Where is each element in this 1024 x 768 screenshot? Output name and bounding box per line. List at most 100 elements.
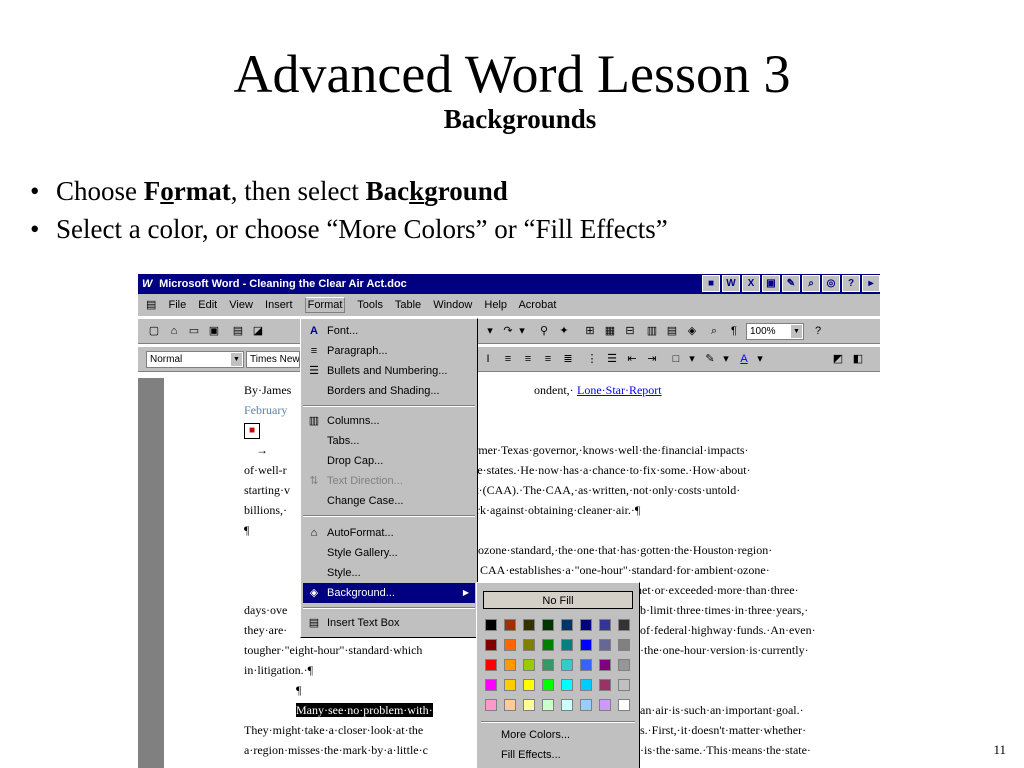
insert-table-icon[interactable]: ▦ (602, 324, 618, 339)
color-swatch[interactable] (504, 619, 516, 631)
color-swatch[interactable] (599, 639, 611, 651)
menu-item-change-case[interactable]: Change Case... (303, 491, 475, 511)
color-swatch[interactable] (561, 679, 573, 691)
excel-shortcut-icon[interactable]: X (742, 275, 760, 292)
print-icon[interactable]: ▤ (230, 324, 246, 339)
highlight-dropdown-icon[interactable]: ▾ (718, 352, 734, 367)
help-shortcut-icon[interactable]: ? (842, 275, 860, 292)
print-preview-icon[interactable]: ◪ (250, 324, 266, 339)
color-swatch[interactable] (618, 679, 630, 691)
color-swatch[interactable] (485, 619, 497, 631)
color-swatch[interactable] (599, 699, 611, 711)
color-swatch[interactable] (485, 659, 497, 671)
color-swatch[interactable] (618, 619, 630, 631)
tables-borders-icon[interactable]: ⊞ (582, 324, 598, 339)
color-swatch[interactable] (618, 659, 630, 671)
menu-item-paragraph[interactable]: ≡ Paragraph... (303, 341, 475, 361)
bullets-icon[interactable]: ☰ (604, 352, 620, 367)
menu-item-autoformat[interactable]: ⌂ AutoFormat... (303, 523, 475, 543)
menu-insert[interactable]: Insert (265, 299, 293, 311)
insert-excel-icon[interactable]: ⊟ (622, 324, 638, 339)
menu-format[interactable]: Format (304, 297, 346, 313)
word-shortcut-icon[interactable]: W (722, 275, 740, 292)
justify-icon[interactable]: ≣ (560, 352, 576, 367)
borders-dropdown-icon[interactable]: ▾ (684, 352, 700, 367)
menu-item-columns[interactable]: ▥ Columns... (303, 411, 475, 431)
numbering-icon[interactable]: ⋮ (584, 352, 600, 367)
color-swatch[interactable] (561, 699, 573, 711)
save-icon[interactable]: ▣ (206, 324, 222, 339)
menu-acrobat[interactable]: Acrobat (518, 299, 556, 311)
increase-indent-icon[interactable]: ⇥ (644, 352, 660, 367)
menu-item-bullets-numbering[interactable]: ☰ Bullets and Numbering... (303, 361, 475, 381)
no-fill-button[interactable]: No Fill (483, 591, 633, 609)
menu-item-drop-cap[interactable]: Drop Cap... (303, 451, 475, 471)
menu-item-style-gallery[interactable]: Style Gallery... (303, 543, 475, 563)
color-swatch[interactable] (580, 659, 592, 671)
menu-item-insert-text-box[interactable]: ▤ Insert Text Box (303, 613, 475, 633)
document-map-icon[interactable]: ◈ (684, 324, 700, 339)
embedded-picture-icon[interactable]: ■ (244, 423, 260, 440)
color-swatch[interactable] (523, 699, 535, 711)
color-swatch[interactable] (561, 639, 573, 651)
color-swatch[interactable] (523, 619, 535, 631)
color-swatch[interactable] (599, 659, 611, 671)
color-swatch[interactable] (580, 639, 592, 651)
color-swatch[interactable] (599, 619, 611, 631)
menu-file[interactable]: File (168, 299, 186, 311)
color-swatch[interactable] (618, 699, 630, 711)
menu-view[interactable]: View (229, 299, 253, 311)
color-swatch[interactable] (504, 659, 516, 671)
decrease-indent-icon[interactable]: ⇤ (624, 352, 640, 367)
web-toolbar-icon[interactable]: ✦ (556, 324, 572, 339)
open-icon[interactable]: ▭ (186, 324, 202, 339)
menu-item-font[interactable]: A Font... (303, 321, 475, 341)
borders-icon[interactable]: □ (668, 352, 684, 367)
menu-help[interactable]: Help (484, 299, 507, 311)
font-select[interactable]: Times New Roman (246, 351, 300, 368)
color-swatch[interactable] (618, 639, 630, 651)
menu-window[interactable]: Window (433, 299, 472, 311)
hyperlink-icon[interactable]: ⚲ (536, 324, 552, 339)
search-shortcut-icon[interactable]: ⌕ (802, 275, 820, 292)
menu-tools[interactable]: Tools (357, 299, 383, 311)
color-swatch[interactable] (542, 679, 554, 691)
undo-dropdown-icon[interactable]: ▾ (482, 324, 498, 339)
menu-item-tabs[interactable]: Tabs... (303, 431, 475, 451)
find-shortcut-icon[interactable]: ✎ (782, 275, 800, 292)
new-document-icon[interactable]: ▢ (146, 324, 162, 339)
columns-icon[interactable]: ▥ (644, 324, 660, 339)
color-swatch[interactable] (580, 679, 592, 691)
report-link[interactable]: Lone·Star·Report (577, 380, 662, 400)
fill-effects-button[interactable]: Fill Effects... (501, 749, 561, 761)
color-swatch[interactable] (485, 699, 497, 711)
color-swatch[interactable] (485, 639, 497, 651)
underline-icon[interactable]: I (480, 352, 496, 367)
color-swatch[interactable] (523, 659, 535, 671)
color-swatch[interactable] (561, 659, 573, 671)
menu-item-background[interactable]: ◈ Background... ▶ (303, 583, 475, 603)
color-swatch[interactable] (504, 639, 516, 651)
color-swatch[interactable] (504, 699, 516, 711)
menu-item-style[interactable]: Style... (303, 563, 475, 583)
color-swatch[interactable] (542, 699, 554, 711)
color-swatch[interactable] (580, 619, 592, 631)
browser-shortcut-icon[interactable]: ◎ (822, 275, 840, 292)
acrobat-email-icon[interactable]: ◧ (850, 352, 866, 367)
color-swatch[interactable] (542, 619, 554, 631)
document-icon[interactable]: ▤ (146, 299, 156, 311)
color-swatch[interactable] (523, 639, 535, 651)
align-right-icon[interactable]: ≡ (540, 352, 556, 367)
menu-table[interactable]: Table (395, 299, 421, 311)
color-swatch[interactable] (542, 639, 554, 651)
style-select[interactable]: Normal ▼ (146, 351, 244, 368)
more-colors-button[interactable]: More Colors... (501, 729, 570, 741)
font-color-dropdown-icon[interactable]: ▾ (752, 352, 768, 367)
open-folder-icon[interactable]: ⌂ (166, 324, 182, 339)
align-left-icon[interactable]: ≡ (500, 352, 516, 367)
menu-item-borders-shading[interactable]: Borders and Shading... (303, 381, 475, 401)
office-app-icon[interactable]: ■ (702, 275, 720, 292)
color-swatch[interactable] (504, 679, 516, 691)
color-swatch[interactable] (580, 699, 592, 711)
acrobat-icon[interactable]: ◩ (830, 352, 846, 367)
